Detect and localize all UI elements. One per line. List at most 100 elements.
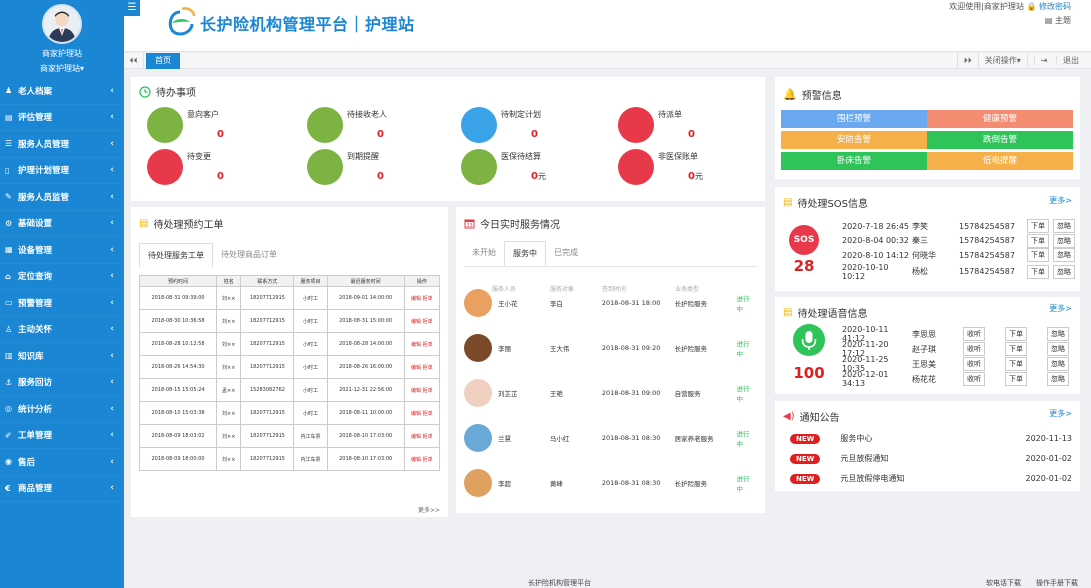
order-button[interactable]: 下单 <box>1005 342 1027 356</box>
table-cell: 刘×× <box>216 401 242 425</box>
order-button[interactable]: 下单 <box>1005 327 1027 341</box>
manual-download-link[interactable]: 操作手册下载 <box>1036 578 1078 588</box>
ignore-button[interactable]: 忽略 <box>1047 342 1069 356</box>
sidebar-item[interactable]: ✎ 服务人员监管 ‹ <box>0 184 124 211</box>
order-button[interactable]: 下单 <box>1005 357 1027 371</box>
order-button[interactable]: 下单 <box>1027 264 1049 279</box>
list-item[interactable]: 李超 黄峰 2018-08-31 08:30 长护险服务 进行中 <box>464 461 756 505</box>
edit-reject-links[interactable]: 编辑 拒单 <box>411 342 433 348</box>
row-actions[interactable]: 编辑 拒单 <box>403 332 441 356</box>
ignore-button[interactable]: 忽略 <box>1053 233 1075 248</box>
sidebar-item[interactable]: € 商品管理 ‹ <box>0 476 124 502</box>
sidebar-item[interactable]: ▤ 评估管理 ‹ <box>0 105 124 131</box>
tab-goods-orders[interactable]: 待处理商品订单 <box>213 243 285 268</box>
sidebar-item[interactable]: ▥ 知识库 ‹ <box>0 343 124 370</box>
close-ops-dropdown[interactable]: 关闭操作▾ <box>977 53 1027 69</box>
row-actions[interactable]: 编辑 拒单 <box>403 355 441 379</box>
logout-button[interactable]: ⇥ 退出 <box>1026 53 1091 69</box>
list-item[interactable]: 李丽 王大伟 2018-08-31 09:20 长护险服务 进行中 <box>464 326 756 370</box>
todo-item[interactable]: 待派单 0 <box>618 107 773 155</box>
ignore-button[interactable]: 忽略 <box>1047 327 1069 341</box>
sidebar-item[interactable]: ⌂ 定位查询 ‹ <box>0 264 124 290</box>
warning-button[interactable]: 围栏预警 <box>781 110 927 128</box>
sidebar-item[interactable]: ♙ 主动关怀 ‹ <box>0 317 124 343</box>
menu-toggle-button[interactable]: ☰ <box>124 0 140 16</box>
change-password-link[interactable]: 修改密码 <box>1039 2 1071 11</box>
listen-button[interactable]: 收听 <box>963 357 985 371</box>
theme-switch[interactable]: ▤ 主题 <box>1045 15 1071 26</box>
warning-button[interactable]: 安防告警 <box>781 131 927 149</box>
listen-button[interactable]: 收听 <box>963 327 985 341</box>
ignore-button[interactable]: 忽略 <box>1053 264 1075 279</box>
avatar[interactable] <box>42 4 82 44</box>
tab-scroll-right-button[interactable]: ⏵⏵ <box>956 53 978 69</box>
ignore-button[interactable]: 忽略 <box>1053 219 1075 233</box>
warning-button[interactable]: 低电提醒 <box>927 152 1073 170</box>
edit-reject-links[interactable]: 编辑 拒单 <box>411 388 433 394</box>
tab-completed[interactable]: 已完成 <box>546 241 586 266</box>
sos-phone: 15784254587 <box>959 267 1015 276</box>
ignore-button[interactable]: 忽略 <box>1047 357 1069 371</box>
tab-scroll-left-button[interactable]: ⏴⏴ <box>124 53 144 69</box>
sidebar-item[interactable]: ♟ 老人档案 ‹ <box>0 78 124 105</box>
todo-item[interactable]: 意向客户 0 <box>147 107 302 155</box>
order-button[interactable]: 下单 <box>1005 372 1027 386</box>
sidebar-item[interactable]: ▦ 设备管理 ‹ <box>0 237 124 264</box>
workorder-more-link[interactable]: 更多>> <box>418 505 440 514</box>
row-actions[interactable]: 编辑 拒单 <box>403 447 441 471</box>
sos-more-link[interactable]: 更多> <box>1049 195 1072 206</box>
sidebar-item[interactable]: ⚙ 基础设置 ‹ <box>0 211 124 237</box>
warning-button[interactable]: 健康预警 <box>927 110 1073 128</box>
edit-reject-links[interactable]: 编辑 拒单 <box>411 434 433 440</box>
todo-item[interactable]: 待变更 0 <box>147 149 302 197</box>
todo-item[interactable]: 医保待结算 0元 <box>461 149 616 197</box>
warning-button[interactable]: 跌倒告警 <box>927 131 1073 149</box>
sidebar-item[interactable]: ▭ 预警管理 ‹ <box>0 290 124 317</box>
edit-reject-links[interactable]: 编辑 拒单 <box>411 457 433 463</box>
listen-button[interactable]: 收听 <box>963 342 985 356</box>
list-item[interactable]: 王小花 李白 2018-08-31 18:00 长护险服务 进行中 <box>464 281 756 325</box>
cell-text: 2018-08-26 16:00:00 <box>339 364 393 370</box>
todo-item[interactable]: 待接收老人 0 <box>307 107 462 155</box>
ignore-button[interactable]: 忽略 <box>1053 248 1075 262</box>
tab-home[interactable]: 首页 <box>146 53 180 69</box>
row-actions[interactable]: 编辑 拒单 <box>403 378 441 402</box>
row-actions[interactable]: 编辑 拒单 <box>403 424 441 448</box>
edit-reject-links[interactable]: 编辑 拒单 <box>411 411 433 417</box>
user-menu-toggle[interactable]: 商家护理站▾ <box>0 63 124 74</box>
cell-text: 小时工 <box>303 410 319 417</box>
softphone-download-link[interactable]: 软电话下载 <box>986 578 1021 588</box>
row-actions[interactable]: 编辑 拒单 <box>403 401 441 425</box>
order-button[interactable]: 下单 <box>1027 219 1049 233</box>
listen-button[interactable]: 收听 <box>963 372 985 386</box>
edit-reject-links[interactable]: 编辑 拒单 <box>411 319 433 325</box>
sidebar-item[interactable]: ▯ 护理计划管理 ‹ <box>0 158 124 184</box>
sidebar-item[interactable]: ☰ 服务人员管理 ‹ <box>0 131 124 158</box>
todo-item[interactable]: 到期提醒 0 <box>307 149 462 197</box>
edit-reject-links[interactable]: 编辑 拒单 <box>411 365 433 371</box>
list-item[interactable]: 刘芷芷 王艳 2018-08-31 09:00 自营服务 进行中 <box>464 371 756 415</box>
voice-more-link[interactable]: 更多> <box>1049 303 1072 314</box>
sidebar-item[interactable]: ✐ 工单管理 ‹ <box>0 423 124 449</box>
table-cell: 2018-08-09 18:03:02 <box>138 424 218 448</box>
sidebar-item[interactable]: ◎ 统计分析 ‹ <box>0 396 124 423</box>
notice-more-link[interactable]: 更多> <box>1049 408 1072 419</box>
list-item[interactable]: NEW 元旦放假停电通知 2020-01-02 <box>790 473 1072 484</box>
list-item[interactable]: 兰慧 马小红 2018-08-31 08:30 居家养老服务 进行中 <box>464 416 756 460</box>
tab-in-service[interactable]: 服务中 <box>504 241 546 266</box>
list-item[interactable]: NEW 服务中心 2020-11-13 <box>790 433 1072 444</box>
row-actions[interactable]: 编辑 拒单 <box>403 309 441 333</box>
todo-item[interactable]: 非医保账单 0元 <box>618 149 773 197</box>
sidebar-item[interactable]: ◉ 售后 ‹ <box>0 449 124 476</box>
edit-reject-links[interactable]: 编辑 拒单 <box>411 296 433 302</box>
todo-item[interactable]: 待制定计划 0 <box>461 107 616 155</box>
ignore-button[interactable]: 忽略 <box>1047 372 1069 386</box>
order-button[interactable]: 下单 <box>1027 248 1049 262</box>
tab-not-started[interactable]: 未开始 <box>464 241 504 266</box>
sidebar-item[interactable]: ⚓ 服务回访 ‹ <box>0 370 124 396</box>
list-item[interactable]: NEW 元旦放假通知 2020-01-02 <box>790 453 1072 464</box>
row-actions[interactable]: 编辑 拒单 <box>403 286 441 310</box>
order-button[interactable]: 下单 <box>1027 233 1049 248</box>
tab-service-orders[interactable]: 待处理服务工单 <box>139 243 213 268</box>
warning-button[interactable]: 卧床告警 <box>781 152 927 170</box>
